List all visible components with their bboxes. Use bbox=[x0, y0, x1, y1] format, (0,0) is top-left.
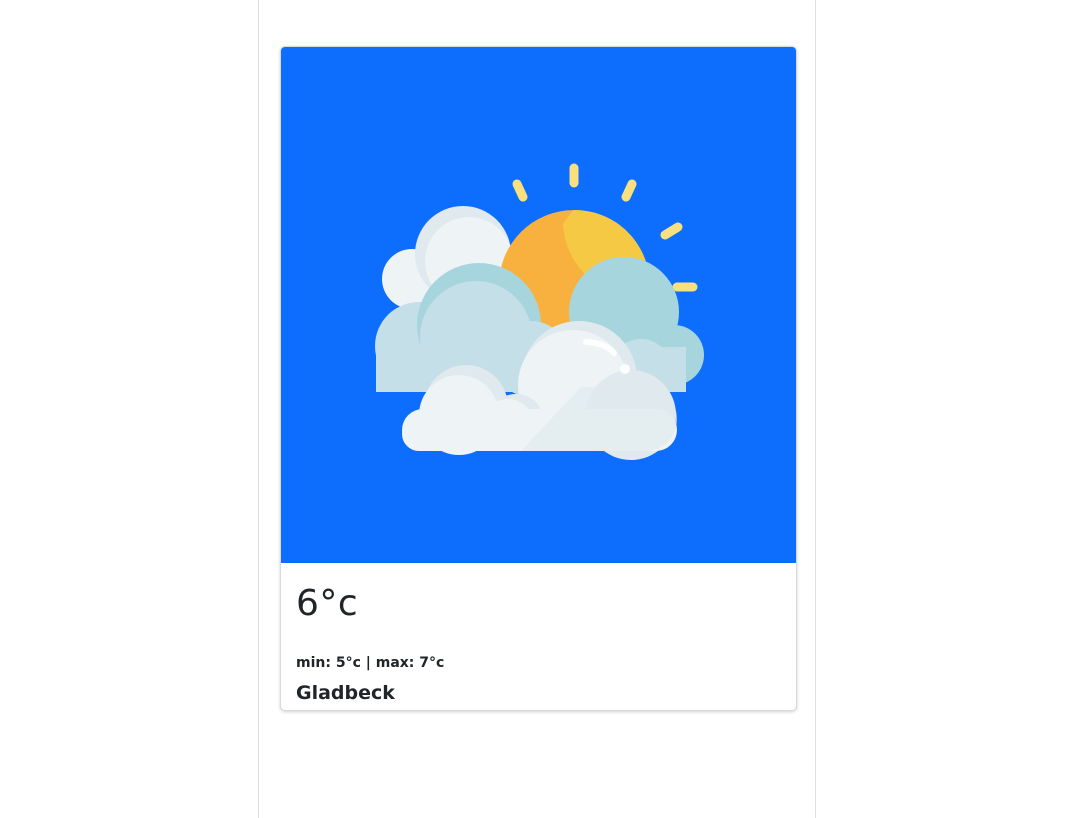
partly-cloudy-icon bbox=[375, 163, 704, 460]
min-max-temperature: min: 5°c | max: 7°c bbox=[296, 655, 445, 671]
temperature: 6°c bbox=[296, 583, 359, 624]
weather-image bbox=[281, 47, 796, 563]
weather-card: 6°c min: 5°c | max: 7°c Gladbeck bbox=[280, 46, 797, 711]
city-name: Gladbeck bbox=[296, 682, 395, 704]
